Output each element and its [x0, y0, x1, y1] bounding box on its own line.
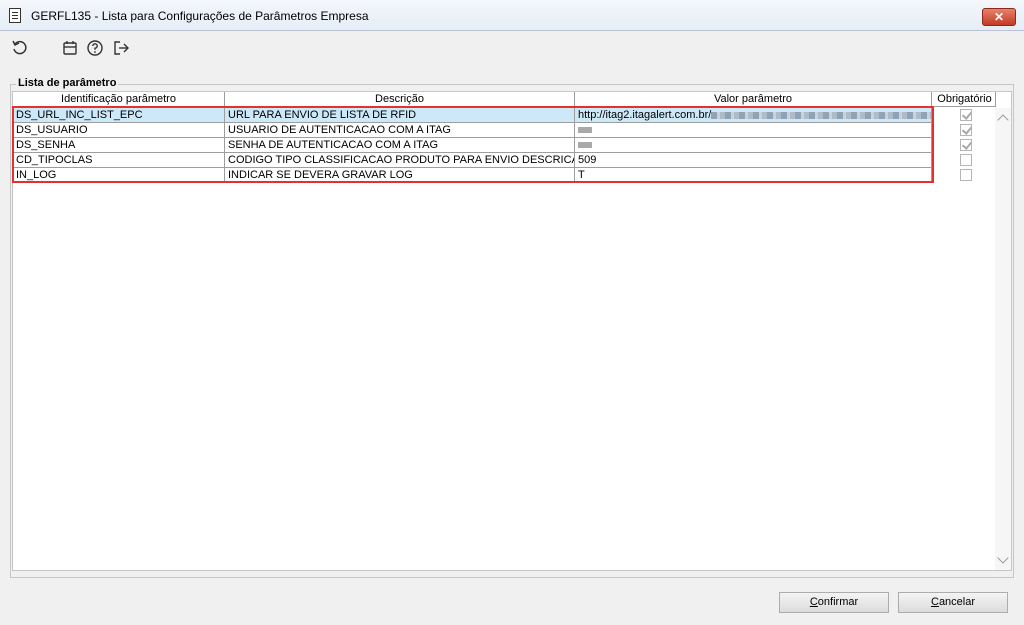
cell-identificacao[interactable]: DS_SENHA [13, 138, 225, 153]
cancel-button[interactable]: Cancelar [898, 592, 1008, 613]
cell-obrigatorio [932, 168, 996, 183]
window-title: GERFL135 - Lista para Configurações de P… [31, 9, 369, 23]
group-label: Lista de parâmetro [16, 77, 119, 89]
redacted-value [578, 127, 592, 134]
cell-descricao[interactable]: INDICAR SE DEVERA GRAVAR LOG [225, 168, 575, 183]
help-icon[interactable] [86, 39, 104, 57]
cell-identificacao[interactable]: CD_TIPOCLAS [13, 153, 225, 168]
grid-header: Identificação parâmetro Descrição Valor … [13, 92, 998, 107]
col-header-identificacao[interactable]: Identificação parâmetro [13, 92, 225, 107]
table-row[interactable]: CD_TIPOCLAS CODIGO TIPO CLASSIFICACAO PR… [13, 153, 998, 168]
table-row[interactable]: DS_SENHA SENHA DE AUTENTICACAO COM A ITA… [13, 138, 998, 153]
title-bar: GERFL135 - Lista para Configurações de P… [0, 0, 1024, 31]
cell-valor[interactable]: 509 [575, 153, 932, 168]
cell-valor[interactable]: http://itag2.itagalert.com.br/ [575, 108, 932, 123]
table-row[interactable]: DS_URL_INC_LIST_EPC URL PARA ENVIO DE LI… [13, 108, 998, 123]
scroll-down-icon[interactable] [997, 552, 1009, 564]
refresh-icon[interactable] [11, 39, 29, 57]
required-checkbox[interactable] [960, 139, 972, 151]
redacted-value [578, 142, 592, 149]
cell-descricao[interactable]: USUARIO DE AUTENTICACAO COM A ITAG [225, 123, 575, 138]
exit-icon[interactable] [112, 39, 130, 57]
cell-valor[interactable]: T [575, 168, 932, 183]
col-header-descricao[interactable]: Descrição [225, 92, 575, 107]
cell-descricao[interactable]: CODIGO TIPO CLASSIFICACAO PRODUTO PARA E… [225, 153, 575, 168]
cell-descricao[interactable]: URL PARA ENVIO DE LISTA DE RFID [225, 108, 575, 123]
table-row[interactable]: IN_LOG INDICAR SE DEVERA GRAVAR LOG T [13, 168, 998, 183]
cell-obrigatorio [932, 138, 996, 153]
cell-valor[interactable] [575, 123, 932, 138]
cell-obrigatorio [932, 123, 996, 138]
required-checkbox[interactable] [960, 169, 972, 181]
col-header-valor[interactable]: Valor parâmetro [575, 92, 932, 107]
scroll-up-icon[interactable] [997, 114, 1009, 126]
cell-valor[interactable] [575, 138, 932, 153]
required-checkbox[interactable] [960, 109, 972, 121]
cell-identificacao[interactable]: DS_USUARIO [13, 123, 225, 138]
calendar-icon[interactable] [61, 39, 79, 57]
table-row[interactable]: DS_USUARIO USUARIO DE AUTENTICACAO COM A… [13, 123, 998, 138]
grid-rows: DS_URL_INC_LIST_EPC URL PARA ENVIO DE LI… [13, 108, 998, 183]
document-icon [9, 8, 21, 23]
close-button[interactable]: ✕ [982, 8, 1016, 26]
cell-identificacao[interactable]: DS_URL_INC_LIST_EPC [13, 108, 225, 123]
col-header-obrigatorio[interactable]: Obrigatório [934, 92, 996, 107]
cell-obrigatorio [932, 153, 996, 168]
cell-obrigatorio [932, 108, 996, 123]
toolbar [0, 31, 1024, 67]
cell-descricao[interactable]: SENHA DE AUTENTICACAO COM A ITAG [225, 138, 575, 153]
required-checkbox[interactable] [960, 124, 972, 136]
confirm-button[interactable]: Confirmar [779, 592, 889, 613]
redacted-value [711, 111, 931, 119]
value-text: http://itag2.itagalert.com.br/ [578, 109, 712, 121]
parameter-grid[interactable]: Identificação parâmetro Descrição Valor … [12, 91, 1012, 571]
cell-identificacao[interactable]: IN_LOG [13, 168, 225, 183]
vertical-scrollbar[interactable] [995, 108, 1011, 570]
required-checkbox[interactable] [960, 154, 972, 166]
